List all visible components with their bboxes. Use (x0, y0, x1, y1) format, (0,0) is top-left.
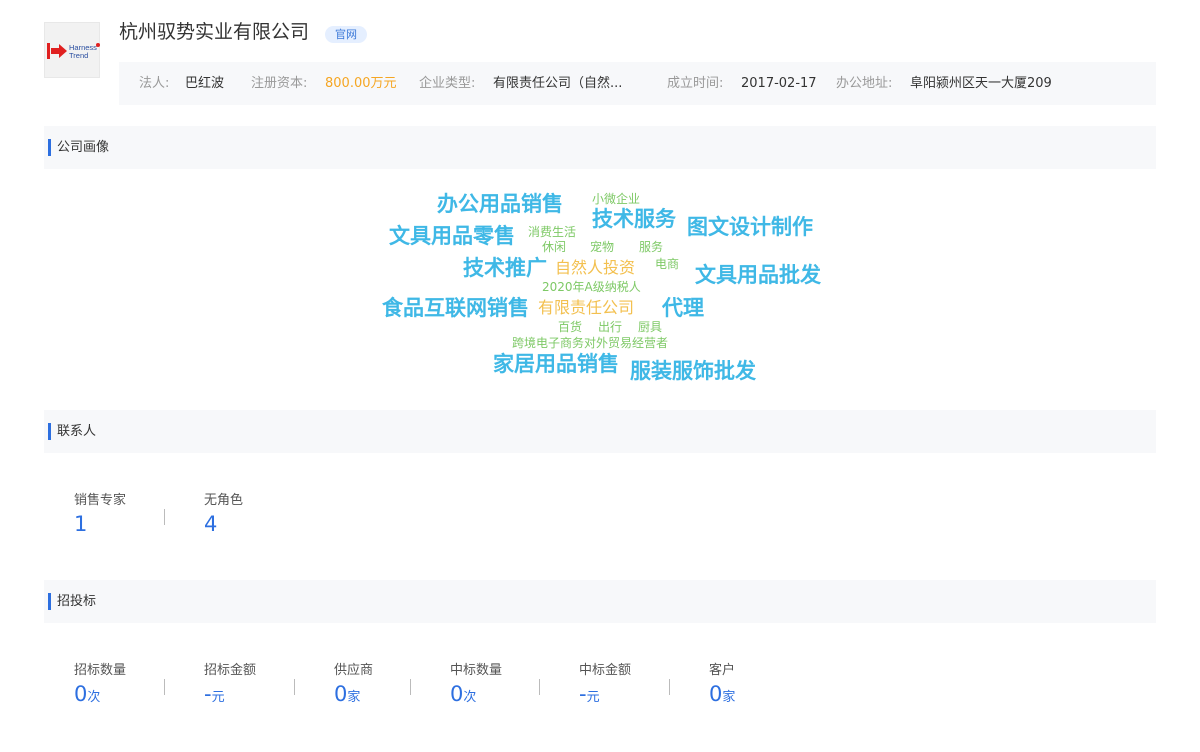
stat-divider (539, 679, 540, 695)
bid-stat-win-amount[interactable]: 中标金额 -元 (579, 663, 631, 710)
stat-unit: 元 (586, 690, 600, 705)
word-cloud-tag: 跨境电子商务对外贸易经营者 (512, 336, 669, 350)
word-cloud-tag: 宠物 (590, 240, 615, 254)
section-contacts: 联系人 (44, 410, 1156, 453)
stat-label: 供应商 (334, 663, 374, 678)
word-cloud-tag: 服装服饰批发 (630, 359, 756, 383)
section-title: 公司画像 (57, 140, 110, 155)
stat-unit: 元 (211, 690, 225, 705)
section-bidding: 招投标 (44, 580, 1156, 623)
stat-label: 客户 (709, 663, 736, 678)
word-cloud-tag: 2020年A级纳税人 (542, 280, 641, 294)
stat-value: 1 (74, 512, 88, 536)
stat-label: 销售专家 (74, 493, 127, 508)
stat-value: - (204, 682, 212, 706)
word-cloud-tag: 食品互联网销售 (382, 296, 529, 320)
word-cloud-tag: 技术服务 (592, 207, 676, 231)
stat-label: 中标数量 (450, 663, 503, 678)
logo-text-bottom: Trend (69, 51, 88, 60)
company-info-bar: 法人: 巴红波 注册资本: 800.00万元 企业类型: 有限责任公司（自然..… (119, 62, 1156, 105)
word-cloud-tag: 文具用品零售 (389, 224, 515, 248)
stat-label: 招标金额 (204, 663, 257, 678)
company-logo: Harness Trend (44, 22, 100, 78)
bid-stat-tender-count[interactable]: 招标数量 0次 (74, 663, 126, 710)
stat-value: - (579, 682, 587, 706)
stat-unit: 家 (347, 690, 361, 705)
word-cloud-tag: 小微企业 (592, 192, 641, 206)
word-cloud-tag: 办公用品销售 (437, 192, 563, 216)
word-cloud-tag: 服务 (639, 240, 664, 254)
word-cloud-tag: 休闲 (542, 240, 567, 254)
word-cloud-tag: 技术推广 (463, 256, 547, 280)
word-cloud-tag: 家居用品销售 (493, 352, 619, 376)
stat-divider (164, 679, 165, 695)
company-type-label: 企业类型: (419, 76, 476, 91)
stat-value: 0 (709, 682, 723, 706)
word-cloud-tag: 代理 (662, 296, 704, 320)
registered-capital-label: 注册资本: (251, 76, 308, 91)
founded-label: 成立时间: (667, 76, 724, 91)
stat-value: 0 (450, 682, 464, 706)
stat-unit: 次 (463, 690, 477, 705)
section-profile: 公司画像 (44, 126, 1156, 169)
word-cloud-tag: 厨具 (638, 320, 663, 334)
legal-person-label: 法人: (139, 76, 170, 91)
section-title: 联系人 (57, 424, 97, 439)
office-address-value: 阜阳颍州区天一大厦209 (910, 76, 1052, 91)
stat-unit: 次 (87, 690, 101, 705)
bid-stat-tender-amount[interactable]: 招标金额 -元 (204, 663, 256, 710)
registered-capital-value: 800.00万元 (325, 76, 397, 91)
stat-divider (410, 679, 411, 695)
tag-word-cloud: 办公用品销售 小微企业 文具用品零售 消费生活 技术服务 图文设计制作 休闲 宠… (0, 0, 1200, 752)
company-type-value: 有限责任公司（自然... (493, 76, 623, 91)
stat-divider (669, 679, 670, 695)
word-cloud-tag: 自然人投资 (555, 258, 636, 277)
stat-value: 4 (204, 512, 218, 536)
stat-label: 中标金额 (579, 663, 632, 678)
section-title: 招投标 (57, 594, 97, 609)
office-address-label: 办公地址: (836, 76, 893, 91)
word-cloud-tag: 消费生活 (528, 225, 577, 239)
stat-value: 0 (334, 682, 348, 706)
word-cloud-tag: 文具用品批发 (695, 263, 821, 287)
contact-stat-no-role[interactable]: 无角色 4 (204, 493, 243, 536)
section-marker (48, 423, 51, 440)
official-site-badge[interactable]: 官网 (325, 26, 367, 43)
bid-stat-win-count[interactable]: 中标数量 0次 (450, 663, 502, 710)
section-marker (48, 139, 51, 156)
stat-label: 无角色 (204, 493, 244, 508)
word-cloud-tag: 图文设计制作 (687, 215, 813, 239)
word-cloud-tag: 有限责任公司 (538, 298, 635, 317)
stat-value: 0 (74, 682, 88, 706)
legal-person-value: 巴红波 (185, 76, 225, 91)
stat-unit: 家 (722, 690, 736, 705)
stat-divider (294, 679, 295, 695)
company-name: 杭州驭势实业有限公司 (119, 21, 310, 43)
founded-value: 2017-02-17 (741, 76, 817, 91)
contact-stat-sales-expert[interactable]: 销售专家 1 (74, 493, 126, 536)
stat-label: 招标数量 (74, 663, 127, 678)
section-marker (48, 593, 51, 610)
word-cloud-tag: 电商 (655, 257, 680, 271)
bid-stat-suppliers[interactable]: 供应商 0家 (334, 663, 373, 710)
word-cloud-tag: 百货 (558, 320, 583, 334)
logo-mark-icon: Harness Trend (47, 43, 100, 60)
bid-stat-customers[interactable]: 客户 0家 (709, 663, 735, 710)
stat-divider (164, 509, 165, 525)
word-cloud-tag: 出行 (598, 320, 623, 334)
